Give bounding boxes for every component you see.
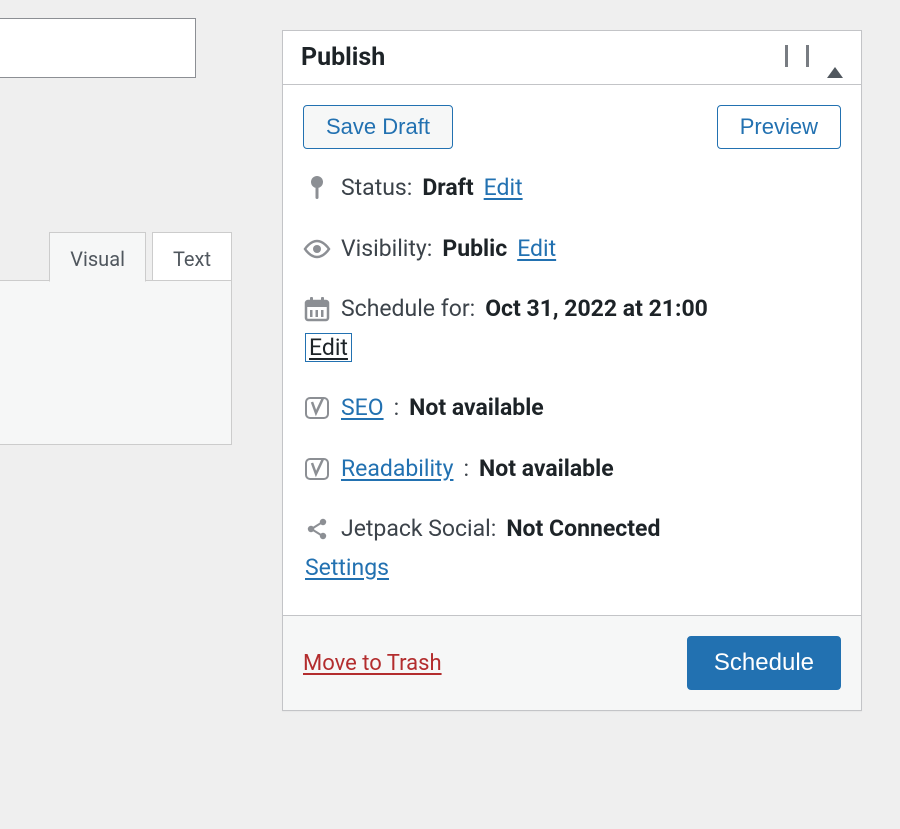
publish-panel: Publish Save Draft Preview Status: Draft… <box>282 30 862 711</box>
editor-area: Visual Text <box>0 232 232 446</box>
calendar-icon <box>303 296 331 322</box>
editor-body[interactable] <box>0 280 232 445</box>
visibility-label: Visibility: <box>341 232 432 267</box>
seo-row: SEO: Not available <box>303 391 841 426</box>
pin-icon <box>303 175 331 201</box>
tab-text[interactable]: Text <box>152 232 232 282</box>
move-down-icon[interactable] <box>806 48 809 67</box>
save-draft-button[interactable]: Save Draft <box>303 105 453 149</box>
schedule-edit-link[interactable]: Edit <box>305 333 352 362</box>
visibility-edit-link[interactable]: Edit <box>517 232 556 267</box>
seo-value: Not available <box>409 391 544 426</box>
share-icon <box>303 517 331 541</box>
move-up-icon[interactable] <box>785 48 788 67</box>
readability-value: Not available <box>479 452 614 487</box>
schedule-label: Schedule for: <box>341 292 475 327</box>
schedule-row: Schedule for: Oct 31, 2022 at 21:00 Edit <box>303 292 841 365</box>
readability-row: Readability: Not available <box>303 452 841 487</box>
yoast-seo-icon <box>303 395 331 421</box>
publish-panel-title: Publish <box>301 43 385 72</box>
move-to-trash-link[interactable]: Move to Trash <box>303 651 442 676</box>
schedule-value: Oct 31, 2022 at 21:00 <box>485 292 708 327</box>
post-title-input[interactable] <box>0 18 196 78</box>
readability-link[interactable]: Readability <box>341 452 453 487</box>
preview-button[interactable]: Preview <box>717 105 841 149</box>
status-value: Draft <box>422 171 473 206</box>
jetpack-label: Jetpack Social: <box>341 512 496 547</box>
visibility-value: Public <box>442 232 507 267</box>
seo-link[interactable]: SEO <box>341 391 384 426</box>
status-label: Status: <box>341 171 412 206</box>
eye-icon <box>303 239 331 259</box>
collapse-toggle-icon[interactable] <box>827 48 843 67</box>
jetpack-settings-link[interactable]: Settings <box>305 554 389 581</box>
jetpack-row: Jetpack Social: Not Connected Settings <box>303 512 841 585</box>
jetpack-value: Not Connected <box>506 512 660 547</box>
schedule-button[interactable]: Schedule <box>687 636 841 690</box>
tab-visual[interactable]: Visual <box>49 232 146 282</box>
status-edit-link[interactable]: Edit <box>484 171 523 206</box>
visibility-row: Visibility: Public Edit <box>303 232 841 267</box>
status-row: Status: Draft Edit <box>303 171 841 206</box>
yoast-readability-icon <box>303 456 331 482</box>
publish-panel-header: Publish <box>283 31 861 85</box>
